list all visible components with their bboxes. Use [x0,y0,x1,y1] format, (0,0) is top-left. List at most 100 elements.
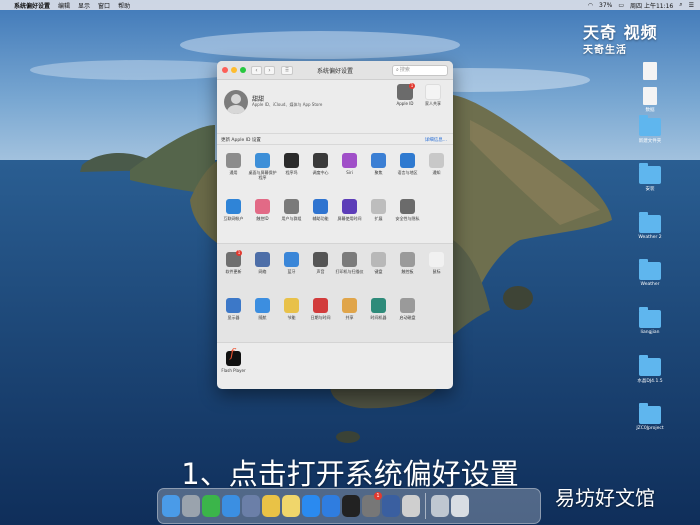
clock[interactable]: 周四 上午11:16 [630,1,673,10]
desktop-folder[interactable]: Weather 2 [620,212,680,240]
pane-item[interactable]: 1 软件更新 [219,248,248,294]
dock-trash-icon[interactable] [451,495,469,517]
pane-icon [342,199,357,214]
dock-xcode-tools-icon[interactable] [242,495,260,517]
menu-edit[interactable]: 编辑 [58,1,70,10]
desktop-icon-label: 数据 [645,108,655,113]
avatar[interactable] [224,90,248,114]
apple-id-label: Apple ID [396,101,414,106]
menu-view[interactable]: 显示 [78,1,90,10]
pane-item[interactable]: 网络 [248,248,277,294]
pane-item[interactable]: Siri [335,149,364,195]
dock-terminal-icon[interactable] [342,495,360,517]
window-titlebar[interactable]: ‹ › ⠿ 系统偏好设置 ⌕搜索 [217,61,453,80]
pane-item[interactable]: 通知 [422,149,451,195]
pane-icon [371,199,386,214]
desktop-folder[interactable]: 安装 [620,163,680,192]
pane-icon [371,252,386,267]
apple-id-pane[interactable]: 1 Apple ID [395,83,415,106]
dock-launchpad-icon[interactable] [182,495,200,517]
menu-window[interactable]: 窗口 [98,1,110,10]
pane-label: 调度中心 [312,170,329,175]
pane-item[interactable]: 声音 [306,248,335,294]
details-link[interactable]: 详细信息... [425,137,447,143]
pane-item[interactable]: 用户与群组 [277,195,306,241]
dock-safari-icon[interactable] [222,495,240,517]
watermark-line2: 视频 [623,23,658,42]
update-badge: 1 [236,250,242,256]
pane-item[interactable]: 键盘 [364,248,393,294]
pane-item[interactable]: 安全性与隐私 [393,195,422,241]
pane-label: 桌面与屏幕保护程序 [248,170,277,180]
pane-item[interactable]: 打印机与扫描仪 [335,248,364,294]
pane-label: 时间机器 [370,315,387,320]
pane-item[interactable]: 辅助功能 [306,195,335,241]
menu-app-name[interactable]: 系统偏好设置 [14,1,50,10]
back-button[interactable]: ‹ [251,65,262,75]
flash-player-icon [226,351,241,366]
pane-item[interactable]: 互联网帐户 [219,195,248,241]
dock-quicktime-icon[interactable] [382,495,400,517]
pane-item[interactable]: 触控板 [393,248,422,294]
pane-item[interactable]: 聚焦 [364,149,393,195]
pane-label: Siri [346,170,353,175]
dock-wechat-icon[interactable] [202,495,220,517]
folder-icon [639,259,661,280]
dock-appstore-icon[interactable] [302,495,320,517]
search-input[interactable]: ⌕搜索 [392,65,448,76]
desktop-folder[interactable]: 水晶DJ4.1.5 [620,355,680,384]
pane-icon [342,252,357,267]
show-all-button[interactable]: ⠿ [281,65,293,75]
dock-photos-icon[interactable] [262,495,280,517]
pane-label: 触控ID [256,216,269,221]
desktop-file[interactable]: 数据 [620,87,680,113]
pane-item[interactable]: 时间机器 [364,294,393,340]
zoom-button[interactable] [240,67,246,73]
pane-label: 安全性与隐私 [395,216,420,221]
minimize-button[interactable] [231,67,237,73]
forward-button[interactable]: › [264,65,275,75]
pane-flash-player[interactable]: Flash Player [219,347,248,389]
pane-icon [429,153,444,168]
desktop-file[interactable] [620,62,680,82]
pane-item[interactable]: 显示器 [219,294,248,340]
family-sharing-pane[interactable]: 家人共享 [423,84,443,107]
pane-item[interactable]: 蓝牙 [277,248,306,294]
desktop-folder[interactable]: JZC0Jproject [620,403,680,431]
pane-label: 节能 [287,315,296,320]
desktop-folder[interactable]: 新建文件夹 [620,115,680,144]
pane-item[interactable]: 随航 [248,294,277,340]
desktop-folder[interactable]: liangjian [620,307,680,335]
wifi-icon[interactable]: ◠ [588,2,593,9]
pane-icon [284,252,299,267]
dock-system-preferences-icon[interactable]: 1 [362,492,382,517]
battery-icon[interactable]: ▭ [618,2,624,9]
pane-item[interactable]: 节能 [277,294,306,340]
dock-finder-icon[interactable] [162,495,180,517]
dock-notes-icon[interactable] [282,495,300,517]
control-center-icon[interactable]: ☰ [689,2,694,9]
pane-item[interactable]: 触控ID [248,195,277,241]
pane-item[interactable]: 语言与地区 [393,149,422,195]
pane-item[interactable]: 日期与时间 [306,294,335,340]
desktop-folder[interactable]: Weather [620,259,680,287]
pane-item[interactable]: 启动磁盘 [393,294,422,340]
desktop-icon-label: 新建文件夹 [638,139,662,144]
pane-item[interactable]: 鼠标 [422,248,451,294]
pane-label: 声音 [316,269,325,274]
pane-item[interactable]: 共享 [335,294,364,340]
dock-upload-icon[interactable] [322,495,340,517]
battery-percent[interactable]: 37% [599,2,612,9]
dock-sourcetree-icon[interactable] [402,495,420,517]
pane-item[interactable]: 调度中心 [306,149,335,195]
close-button[interactable] [222,67,228,73]
menu-help[interactable]: 帮助 [118,1,130,10]
pane-item[interactable]: 桌面与屏幕保护程序 [248,149,277,195]
pane-item[interactable]: 程序坞 [277,149,306,195]
desktop-icon-label: liangjian [640,330,660,335]
pane-item[interactable]: 扩展 [364,195,393,241]
dock-preview-icon[interactable] [431,495,449,517]
pane-item[interactable]: 屏幕使用时间 [335,195,364,241]
search-icon[interactable]: ⌕ [679,1,682,9]
pane-item[interactable]: 通用 [219,149,248,195]
